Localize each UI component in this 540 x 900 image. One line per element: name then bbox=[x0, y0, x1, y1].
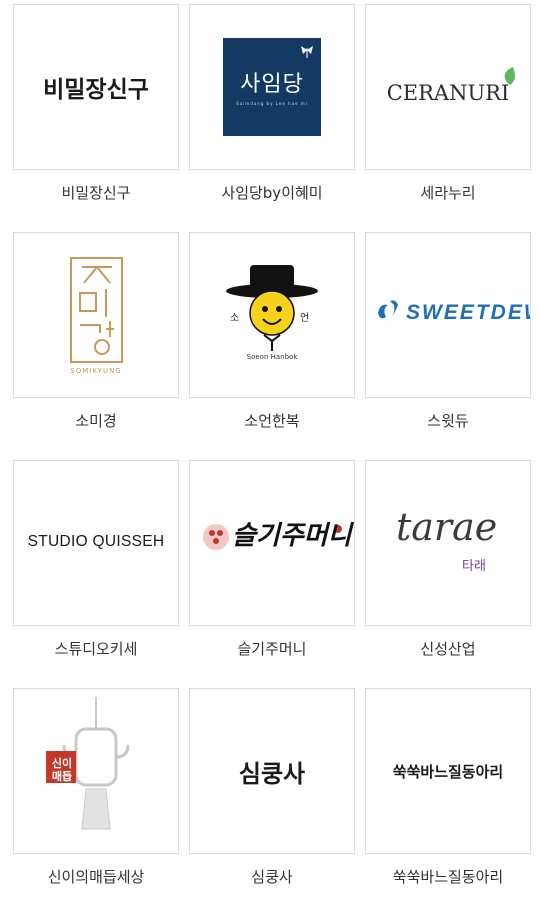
brand-card-bimiljangsingu[interactable]: 비밀장신구 비밀장신구 bbox=[13, 4, 179, 216]
logo-text: STUDIO QUISSEH bbox=[27, 533, 165, 550]
brand-card-seulgi[interactable]: 슬기주머니 슬기주머니 bbox=[189, 460, 355, 672]
logo-text: 슬기주머니 bbox=[232, 521, 352, 551]
brand-name[interactable]: 스튜디오키세 bbox=[13, 638, 179, 659]
brand-name[interactable]: 세라누리 bbox=[365, 182, 531, 203]
logo-text: SWEETDEW bbox=[406, 301, 530, 324]
brand-card-sweetdew[interactable]: SWEETDEW 스윗듀 bbox=[365, 232, 531, 444]
brand-card-ssukssuk[interactable]: 쑥쑥바느질동아리 쑥쑥바느질동아리 bbox=[365, 688, 531, 900]
brand-card-soeon[interactable]: 소 언 Soeon Hanbok 소언한복 bbox=[189, 232, 355, 444]
brand-logo[interactable]: 쑥쑥바느질동아리 bbox=[365, 688, 531, 854]
brand-logo[interactable]: 소 언 Soeon Hanbok bbox=[189, 232, 355, 398]
brand-card-somikyung[interactable]: SOMIKYUNG 소미경 bbox=[13, 232, 179, 444]
logo-subtext: 타래 bbox=[462, 559, 486, 574]
brand-logo[interactable]: tarae 타래 bbox=[365, 460, 531, 626]
brand-logo[interactable]: 사임당 Saimdang by Lee hae mi bbox=[189, 4, 355, 170]
brand-card-saimdang[interactable]: 사임당 Saimdang by Lee hae mi 사임당by이혜미 bbox=[189, 4, 355, 216]
gat-smiley-icon bbox=[226, 265, 318, 351]
logo-text: 신이매듭 bbox=[51, 757, 73, 783]
brand-logo[interactable]: SWEETDEW bbox=[365, 232, 531, 398]
brand-card-studio-quisseh[interactable]: STUDIO QUISSEH 스튜디오키세 bbox=[13, 460, 179, 672]
logo-left-text: 소 bbox=[230, 313, 240, 324]
brand-logo[interactable]: SOMIKYUNG bbox=[13, 232, 179, 398]
brand-logo[interactable]: CERANURI bbox=[365, 4, 531, 170]
brand-card-simkungsa[interactable]: 심쿵사 심쿵사 bbox=[189, 688, 355, 900]
brand-name[interactable]: 슬기주머니 bbox=[189, 638, 355, 659]
brand-logo[interactable]: 심쿵사 bbox=[189, 688, 355, 854]
brand-name[interactable]: 비밀장신구 bbox=[13, 182, 179, 203]
brand-card-ceranuri[interactable]: CERANURI 세라누리 bbox=[365, 4, 531, 216]
brand-name[interactable]: 심쿵사 bbox=[189, 866, 355, 887]
brand-card-sinyi[interactable]: 신이매듭 신이의매듭세상 bbox=[13, 688, 179, 900]
logo-text: 쑥쑥바느질동아리 bbox=[392, 762, 504, 781]
logo-subtext: Soeon Hanbok bbox=[246, 353, 298, 361]
brand-name[interactable]: 스윗듀 bbox=[365, 410, 531, 431]
leaf-icon bbox=[504, 67, 515, 85]
logo-badge: 사임당 Saimdang by Lee hae mi bbox=[223, 38, 321, 136]
brand-grid: 비밀장신구 비밀장신구 사임당 Saimdang by Lee hae mi 사… bbox=[0, 0, 540, 896]
logo-text: tarae bbox=[396, 505, 498, 549]
logo-subtext: SOMIKYUNG bbox=[70, 367, 122, 375]
logo-text: 비밀장신구 bbox=[43, 77, 149, 103]
brand-logo[interactable]: 신이매듭 bbox=[13, 688, 179, 854]
brand-name[interactable]: 소언한복 bbox=[189, 410, 355, 431]
brand-logo[interactable]: STUDIO QUISSEH bbox=[13, 460, 179, 626]
knot-tassel-icon bbox=[46, 697, 130, 830]
brand-logo[interactable]: 비밀장신구 bbox=[13, 4, 179, 170]
logo-right-text: 언 bbox=[300, 313, 310, 324]
brand-name[interactable]: 신성산업 bbox=[365, 638, 531, 659]
brand-name[interactable]: 사임당by이혜미 bbox=[189, 182, 355, 203]
brand-name[interactable]: 신이의매듭세상 bbox=[13, 866, 179, 887]
brand-name[interactable]: 쑥쑥바느질동아리 bbox=[365, 866, 531, 887]
brand-card-sinseong[interactable]: tarae 타래 신성산업 bbox=[365, 460, 531, 672]
butterfly-icon bbox=[301, 46, 313, 58]
brand-name[interactable]: 소미경 bbox=[13, 410, 179, 431]
logo-text: 심쿵사 bbox=[238, 759, 306, 788]
brand-logo[interactable]: 슬기주머니 bbox=[189, 460, 355, 626]
